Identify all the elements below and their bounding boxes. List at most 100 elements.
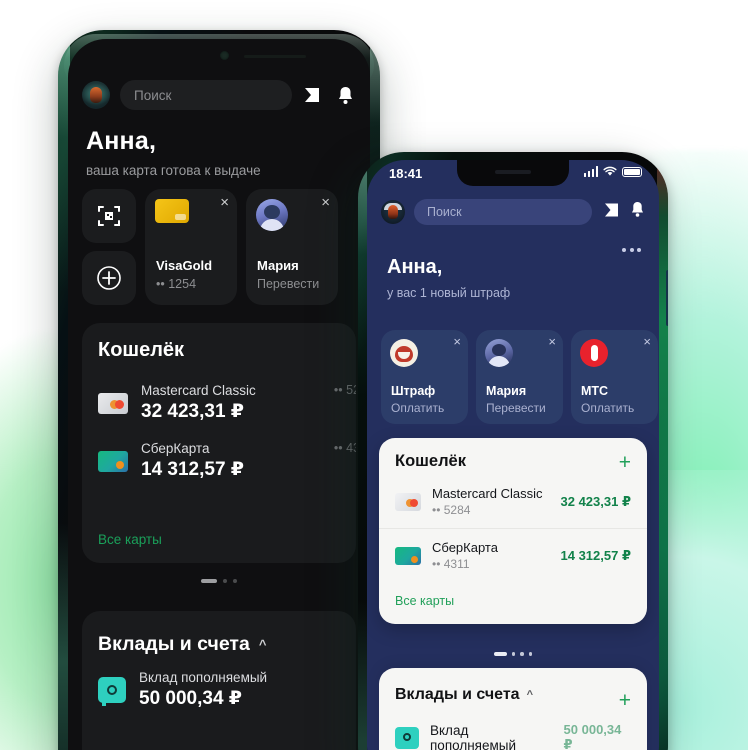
avatar[interactable] [82, 81, 110, 109]
power-button[interactable] [666, 270, 668, 326]
notch [457, 160, 569, 186]
card-number: •• 52 [333, 383, 356, 397]
story-card-maria[interactable]: × Мария Перевести [476, 330, 563, 424]
story-action: Перевести [257, 277, 320, 291]
add-card-button[interactable]: + [619, 452, 631, 473]
card-amount: 32 423,31 ₽ [141, 401, 245, 422]
deposit-amount: 50 000,34 ₽ [139, 688, 243, 709]
deposit-name: Вклад пополняемый [430, 722, 517, 750]
status-time: 18:41 [389, 166, 423, 181]
deposits-card: Вклады и счета ^ Вклад пополняемый 50 00… [82, 611, 356, 750]
chevron-up-icon[interactable]: ^ [527, 689, 533, 701]
add-deposit-button[interactable]: + [619, 690, 631, 711]
avatar[interactable] [381, 200, 405, 224]
card-amount: 14 312,57 ₽ [141, 459, 245, 480]
page-title: Анна, [387, 256, 443, 278]
more-dots-icon[interactable] [622, 248, 641, 252]
close-icon[interactable]: × [548, 335, 556, 348]
mastercard-icon [98, 392, 128, 414]
mockup-stage: Поиск Анна, ваша карта готова к выдаче ×… [0, 0, 748, 750]
page-dot [233, 579, 237, 583]
mastercard-icon [395, 492, 421, 511]
deposit-row[interactable]: Вклад пополняемый 50 000,34 ₽ [379, 704, 647, 750]
story-title: Мария [486, 384, 527, 398]
story-card-fine[interactable]: × Штраф Оплатить [381, 330, 468, 424]
wallet-row[interactable]: Mastercard Classic •• 5284 32 423,31 ₽ [379, 475, 647, 528]
qr-scan-icon[interactable] [302, 84, 324, 106]
deposit-amount: 50 000,34 ₽ [563, 722, 622, 750]
story-title: МТС [581, 384, 609, 398]
deposits-title: Вклады и счета ^ [98, 633, 356, 656]
mts-logo-icon [580, 339, 608, 367]
story-action: Оплатить [391, 401, 445, 415]
close-icon[interactable]: × [220, 195, 229, 210]
card-amount: 14 312,57 ₽ [560, 547, 632, 563]
wallet-row[interactable]: СберКарта 14 312,57 ₽ •• 43 [82, 432, 356, 490]
wallet-title: Кошелёк [395, 452, 466, 470]
left-phone-screen: Поиск Анна, ваша карта готова к выдаче ×… [68, 39, 370, 750]
signal-bars-icon [583, 166, 598, 177]
left-app-header: Поиск [68, 69, 370, 121]
visa-card-icon [155, 199, 189, 223]
avatar-face [90, 87, 102, 103]
wallet-row[interactable]: СберКарта •• 4311 14 312,57 ₽ [379, 528, 647, 582]
bell-icon[interactable] [630, 201, 645, 223]
wallet-title: Кошелёк [98, 339, 185, 361]
right-phone-device: 18:41 Поиск Анна, у вас 1 новый штраф × … [358, 152, 668, 750]
page-indicator[interactable] [68, 579, 370, 583]
story-card-visa[interactable]: × VisaGold •• 1254 [145, 189, 237, 305]
all-cards-link[interactable]: Все карты [379, 582, 647, 624]
all-cards-link[interactable]: Все карты [98, 532, 162, 547]
search-input[interactable]: Поиск [414, 199, 592, 225]
card-name: СберКарта [432, 540, 498, 555]
safe-icon [395, 726, 419, 749]
page-indicator[interactable] [367, 652, 659, 656]
deposit-row[interactable]: Вклад пополняемый 50 000,34 ₽ [82, 656, 356, 710]
story-title: Штраф [391, 384, 436, 398]
story-action: Перевести [486, 401, 546, 415]
card-number: •• 4311 [432, 557, 470, 571]
deposits-title-label: Вклады и счета [98, 633, 250, 655]
page-dot [520, 652, 524, 656]
page-title: Анна, [86, 127, 157, 155]
page-subtitle: у вас 1 новый штраф [387, 286, 511, 300]
page-dot [511, 652, 516, 656]
earpiece-speaker [244, 55, 306, 58]
story-card-maria[interactable]: × Мария Перевести [246, 189, 338, 305]
bell-icon[interactable] [334, 84, 356, 106]
right-stories-row: × Штраф Оплатить × Мария Перевести × МТС… [381, 330, 659, 424]
wallet-card: Кошелёк Mastercard Classic 32 423,31 ₽ •… [82, 323, 356, 563]
page-dot [223, 579, 227, 583]
close-icon[interactable]: × [321, 195, 330, 210]
deposits-title: Вклады и счета ^ [395, 686, 647, 704]
card-amount: 32 423,31 ₽ [560, 493, 632, 509]
story-title: Мария [257, 258, 299, 273]
battery-full-icon [622, 166, 642, 177]
deposits-card: Вклады и счета ^ + Вклад пополняемый 50 … [379, 668, 647, 750]
right-phone-edge-left [358, 152, 367, 750]
story-card-mts[interactable]: × МТС Оплатить [571, 330, 658, 424]
contact-avatar-icon [256, 199, 288, 231]
close-icon[interactable]: × [643, 335, 651, 348]
earpiece-speaker [495, 170, 531, 174]
wallet-row[interactable]: Mastercard Classic 32 423,31 ₽ •• 52 [82, 374, 356, 432]
card-name: Mastercard Classic [432, 486, 543, 501]
close-icon[interactable]: × [453, 335, 461, 348]
chevron-up-icon[interactable]: ^ [259, 637, 267, 652]
quick-actions-column [82, 189, 136, 305]
right-phone-screen: 18:41 Поиск Анна, у вас 1 новый штраф × … [367, 160, 659, 750]
search-placeholder: Поиск [134, 87, 172, 103]
story-action: Оплатить [581, 401, 635, 415]
deposits-title-label: Вклады и счета [395, 686, 520, 703]
wallet-card: Кошелёк + Mastercard Classic •• 5284 32 … [379, 438, 647, 624]
left-stories-row: × VisaGold •• 1254 × Мария Перевести [82, 189, 338, 305]
add-button[interactable] [82, 251, 136, 305]
status-icons [583, 166, 642, 177]
safe-icon [98, 677, 126, 706]
search-input[interactable]: Поиск [120, 80, 292, 110]
qr-scan-button[interactable] [82, 189, 136, 243]
search-placeholder: Поиск [427, 205, 462, 219]
front-camera-icon [220, 51, 229, 60]
qr-scan-icon[interactable] [603, 202, 621, 223]
page-dot-active [201, 579, 217, 583]
